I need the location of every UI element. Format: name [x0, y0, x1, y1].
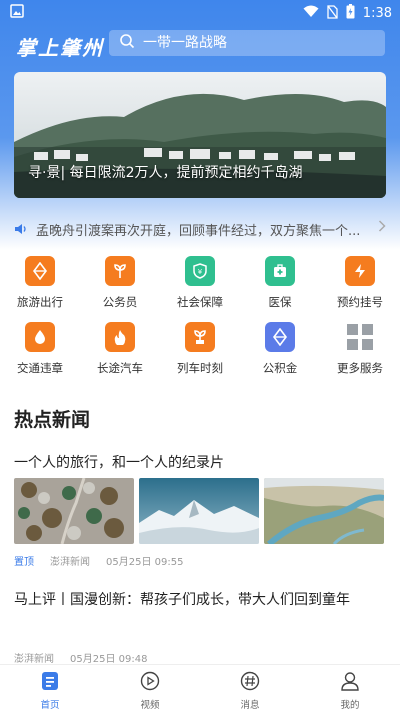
article-meta: 澎湃新闻 05月25日 09:48: [14, 650, 147, 665]
tab-message[interactable]: 消息: [200, 665, 300, 711]
services-grid: 旅游出行 公务员 ¥ 社会保障 医保 预约挂号 交通违章 长途汽车 列车时刻 公…: [0, 256, 400, 388]
search-input[interactable]: [143, 35, 373, 51]
service-appointment[interactable]: 预约挂号: [320, 256, 400, 322]
service-traffic-violation[interactable]: 交通违章: [0, 322, 80, 388]
hot-news-title: 热点新闻: [14, 409, 91, 431]
article-source: 澎湃新闻: [50, 557, 90, 568]
app-logo: 掌上肇州: [16, 36, 104, 60]
service-label: 交通违章: [17, 361, 63, 375]
article-source: 澎湃新闻: [14, 654, 54, 665]
medical-insurance-icon: [265, 256, 295, 286]
status-bar: 1:38: [0, 0, 400, 24]
tab-label: 我的: [340, 700, 360, 711]
train-schedule-icon: [185, 322, 215, 352]
thumbnail-forest-road: [14, 478, 134, 544]
banner-carousel[interactable]: 寻·景| 每日限流2万人，提前预定相约千岛湖: [14, 72, 386, 198]
service-label: 列车时刻: [177, 361, 223, 375]
status-time: 1:38: [362, 6, 392, 21]
banner-caption: 寻·景| 每日限流2万人，提前预定相约千岛湖: [28, 165, 303, 181]
service-label: 旅游出行: [17, 295, 63, 309]
tab-home[interactable]: 首页: [0, 665, 100, 711]
bottom-tab-bar: 首页 视频 消息 我的: [0, 664, 400, 711]
service-label: 社会保障: [177, 295, 223, 309]
chevron-right-icon: [378, 220, 386, 236]
service-label: 更多服务: [337, 361, 383, 375]
long-distance-bus-icon: [105, 322, 135, 352]
battery-charging-icon: [346, 4, 355, 23]
traffic-violation-icon: [25, 322, 55, 352]
search-icon: [119, 33, 135, 53]
speaker-icon: [14, 220, 28, 239]
tab-label: 消息: [240, 700, 260, 711]
service-long-distance-bus[interactable]: 长途汽车: [80, 322, 160, 388]
service-label: 医保: [268, 295, 292, 309]
article-title[interactable]: 一个人的旅行，和一个人的纪录片: [14, 452, 224, 472]
wifi-icon: [303, 5, 319, 22]
more-services-icon: [345, 322, 375, 352]
thumbnail-snow-mountains: [139, 478, 259, 544]
no-sim-icon: [327, 4, 338, 23]
tab-profile[interactable]: 我的: [300, 665, 400, 711]
service-label: 公积金: [262, 361, 298, 375]
service-label: 预约挂号: [337, 295, 383, 309]
tab-label: 视频: [140, 700, 160, 711]
search-bar[interactable]: [109, 30, 385, 56]
home-icon: [41, 671, 59, 695]
service-social-security[interactable]: ¥ 社会保障: [160, 256, 240, 322]
travel-icon: [25, 256, 55, 286]
notice-bar[interactable]: 孟晚舟引渡案再次开庭，回顾事件经过，双方聚焦一个...: [14, 214, 386, 244]
service-medical-insurance[interactable]: 医保: [240, 256, 320, 322]
housing-fund-icon: [265, 322, 295, 352]
image-notification-icon: [10, 4, 24, 22]
article-thumbnails[interactable]: [14, 478, 386, 544]
service-more[interactable]: 更多服务: [320, 322, 400, 388]
notice-text: 孟晚舟引渡案再次开庭，回顾事件经过，双方聚焦一个...: [36, 223, 361, 239]
social-security-icon: ¥: [185, 256, 215, 286]
article-time: 05月25日 09:48: [70, 654, 148, 665]
thumbnail-river-valley: [264, 478, 384, 544]
civil-servant-icon: [105, 256, 135, 286]
article-time: 05月25日 09:55: [106, 557, 184, 568]
pinned-badge: 置顶: [14, 557, 34, 568]
video-icon: [140, 671, 160, 695]
message-icon: [240, 671, 260, 695]
article-meta: 置顶 澎湃新闻 05月25日 09:55: [14, 553, 183, 568]
tab-video[interactable]: 视频: [100, 665, 200, 711]
profile-icon: [340, 671, 360, 695]
service-travel[interactable]: 旅游出行: [0, 256, 80, 322]
svg-text:¥: ¥: [198, 268, 203, 276]
service-civil-servant[interactable]: 公务员: [80, 256, 160, 322]
service-label: 长途汽车: [97, 361, 143, 375]
article-title[interactable]: 马上评丨国漫创新：帮孩子们成长，带大人们回到童年: [14, 589, 350, 609]
service-housing-fund[interactable]: 公积金: [240, 322, 320, 388]
service-train-schedule[interactable]: 列车时刻: [160, 322, 240, 388]
service-label: 公务员: [102, 295, 138, 309]
tab-label: 首页: [40, 700, 60, 711]
appointment-icon: [345, 256, 375, 286]
